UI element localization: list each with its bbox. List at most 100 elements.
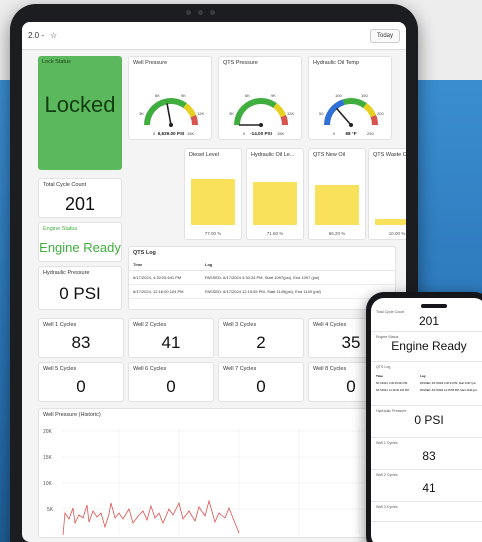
log-time: 6/17/2024, 12:16:00.104 PM bbox=[376, 389, 409, 392]
phone-device: Total Cycle Count 201 Engine Status Engi… bbox=[366, 292, 482, 542]
tablet-device: 2.0 - ☆ Today Lock Status Locked Well Pr… bbox=[10, 4, 418, 542]
phone-label: Well 3 Cycles bbox=[376, 505, 398, 509]
gauge-panel: QTS Pressure 0 3K 6K 9K 12K 15K -14.00 P… bbox=[218, 56, 302, 140]
panel-title: QTS Pressure bbox=[223, 60, 258, 66]
qts-log-table: Time Log 6/17/2024, 4:30:25.641 PM PASSE… bbox=[129, 259, 395, 299]
well-cycles-panel: Well 6 Cycles 0 bbox=[128, 362, 214, 402]
gauge-tick: 150 bbox=[361, 93, 368, 98]
gauge-tick: 250 bbox=[367, 131, 374, 136]
total-cycle-value: 201 bbox=[64, 194, 96, 214]
log-time: 6/17/2024, 12:16:00.104 PM bbox=[129, 284, 201, 299]
tank-fill bbox=[315, 185, 359, 225]
phone-label: Well 2 Cycles bbox=[376, 473, 398, 477]
gauge-needle bbox=[166, 103, 172, 126]
log-time: 6/17/2024, 4:30:25.641 PM bbox=[129, 270, 201, 285]
hydraulic-pressure-value: 0 PSI bbox=[59, 284, 101, 303]
panel-title: Hydraulic Oil Le... bbox=[251, 152, 295, 158]
tank-fill bbox=[375, 219, 406, 225]
tank-percent: 77.00 % bbox=[204, 231, 222, 236]
dashboard-topbar: 2.0 - ☆ Today bbox=[22, 22, 406, 50]
well-cycles-value: 0 bbox=[166, 377, 176, 396]
today-button[interactable]: Today bbox=[369, 28, 400, 43]
gauge-needle bbox=[335, 107, 352, 126]
table-row[interactable]: 6/17/2024, 4:30:25.641 PM PASSED: 6/17/2… bbox=[129, 270, 395, 285]
gauge-dial: 0 3K 6K 9K 12K 15K 6,629.00 PSI bbox=[139, 93, 204, 136]
version-label[interactable]: 2.0 - bbox=[28, 31, 44, 40]
engine-status-value: Engine Ready bbox=[39, 240, 121, 255]
panel-title: Engine Status bbox=[43, 226, 78, 232]
phone-well2-value: 41 bbox=[422, 481, 436, 495]
history-chart[interactable]: 20K 15K 10K 5K bbox=[39, 423, 401, 535]
tank-level-panel: Hydraulic Oil Le... 71.60 % bbox=[246, 148, 304, 240]
table-header-row: Time Log bbox=[129, 259, 395, 271]
col-log[interactable]: Log bbox=[201, 259, 395, 271]
gauge-tick: 3K bbox=[139, 111, 144, 116]
phone-well1-value: 83 bbox=[422, 449, 436, 463]
gauge-tick: 0 bbox=[333, 131, 336, 136]
panel-title: Total Cycle Count bbox=[43, 182, 87, 188]
gauge-tick: 9K bbox=[181, 93, 186, 98]
log-message: PASSED: 6/17/2024 4:30:24 PM, Start 1097… bbox=[420, 382, 476, 385]
phone-hyd-card: Hydraulic Pressure 0 PSI bbox=[371, 406, 482, 438]
phone-col-log[interactable]: Log bbox=[420, 374, 426, 378]
panel-title: Well 6 Cycles bbox=[133, 366, 167, 372]
phone-cycle-value: 201 bbox=[418, 314, 440, 328]
phone-well1-card: Well 1 Cycles 83 bbox=[371, 438, 482, 470]
log-message: PASSED: 6/17/2024 12:15:55 PM, Start 114… bbox=[420, 389, 477, 392]
y-tick-label: 10K bbox=[43, 481, 53, 487]
tank-percent: 71.60 % bbox=[266, 231, 284, 236]
well-cycles-value: 83 bbox=[71, 333, 91, 352]
col-time[interactable]: Time bbox=[129, 259, 201, 271]
gauge-tick: 9K bbox=[271, 93, 276, 98]
gauge-tick: 6K bbox=[245, 93, 250, 98]
well-cycles-value: 2 bbox=[256, 333, 266, 352]
table-row[interactable]: 6/17/2024, 12:16:00.104 PM PASSED: 6/17/… bbox=[129, 284, 395, 299]
phone-log-card: QTS Log Time Log 6/17/2024, 4:30:25.641 … bbox=[371, 362, 482, 406]
panel-title: Well 1 Cycles bbox=[43, 322, 77, 328]
panel-title: Well 3 Cycles bbox=[223, 322, 257, 328]
star-icon[interactable]: ☆ bbox=[50, 31, 57, 40]
panel-title: QTS New Oil bbox=[313, 152, 346, 158]
tank-percent: 66.20 % bbox=[328, 231, 346, 236]
well-cycles-panel: Well 2 Cycles 41 bbox=[128, 318, 214, 358]
panel-title: Well 7 Cycles bbox=[223, 366, 257, 372]
gauge-panel: Hydraulic Oil Temp 0 50 100 150 200 250 … bbox=[308, 56, 392, 140]
well-cycles-panel: Well 7 Cycles 0 bbox=[218, 362, 304, 402]
hydraulic-pressure-panel: Hydraulic Pressure 0 PSI bbox=[38, 266, 122, 310]
well-cycles-value: 0 bbox=[256, 377, 266, 396]
gauge-readout: 68 °F bbox=[345, 131, 356, 136]
y-tick-label: 20K bbox=[43, 429, 53, 435]
panel-title: Well 5 Cycles bbox=[43, 366, 77, 372]
log-message: PASSED: 6/17/2024 12:15:55 PM, Start 114… bbox=[201, 284, 395, 299]
lock-status-value: Locked bbox=[44, 92, 116, 117]
gauge-tick: 0 bbox=[153, 131, 156, 136]
panel-title: Lock Status bbox=[42, 59, 71, 65]
well-pressure-history-panel: Well Pressure (Historic) 20K 15K 10K 5K bbox=[38, 408, 402, 538]
phone-log-row[interactable]: 6/17/2024, 12:16:00.104 PM PASSED: 6/17/… bbox=[376, 389, 482, 392]
panel-title: Hydraulic Oil Temp bbox=[313, 60, 360, 66]
tank-level-panel: Diesel Level 77.00 % bbox=[184, 148, 242, 240]
phone-label: Well 1 Cycles bbox=[376, 441, 398, 445]
y-tick-label: 5K bbox=[47, 507, 54, 513]
phone-cycle-card: Total Cycle Count 201 bbox=[371, 298, 482, 332]
tank-fill bbox=[253, 182, 297, 225]
panel-title: Hydraulic Pressure bbox=[43, 270, 90, 276]
panel-title: QTS Log bbox=[133, 250, 156, 256]
log-time: 6/17/2024, 4:30:25.641 PM bbox=[376, 382, 408, 385]
pressure-history-line bbox=[62, 499, 240, 535]
well-cycles-panel: Well 3 Cycles 2 bbox=[218, 318, 304, 358]
gauge-tick: 50 bbox=[319, 111, 324, 116]
panel-title: Well 2 Cycles bbox=[133, 322, 167, 328]
phone-label: QTS Log bbox=[376, 365, 391, 369]
phone-log-row[interactable]: 6/17/2024, 4:30:25.641 PM PASSED: 6/17/2… bbox=[376, 382, 482, 385]
gauge-dial: 0 50 100 150 200 250 68 °F bbox=[319, 93, 384, 136]
gauge-tick: 0 bbox=[243, 131, 246, 136]
well-cycles-panel: Well 5 Cycles 0 bbox=[38, 362, 124, 402]
tank-level-panel: QTS Waste Oil 10.00 % bbox=[368, 148, 406, 240]
gauge-tick: 12K bbox=[197, 111, 204, 116]
y-tick-label: 15K bbox=[43, 455, 53, 461]
engine-status-panel: Engine Status Engine Ready bbox=[38, 222, 122, 262]
phone-col-time[interactable]: Time bbox=[376, 374, 420, 378]
total-cycle-panel: Total Cycle Count 201 bbox=[38, 178, 122, 218]
tank-fill bbox=[191, 179, 235, 225]
